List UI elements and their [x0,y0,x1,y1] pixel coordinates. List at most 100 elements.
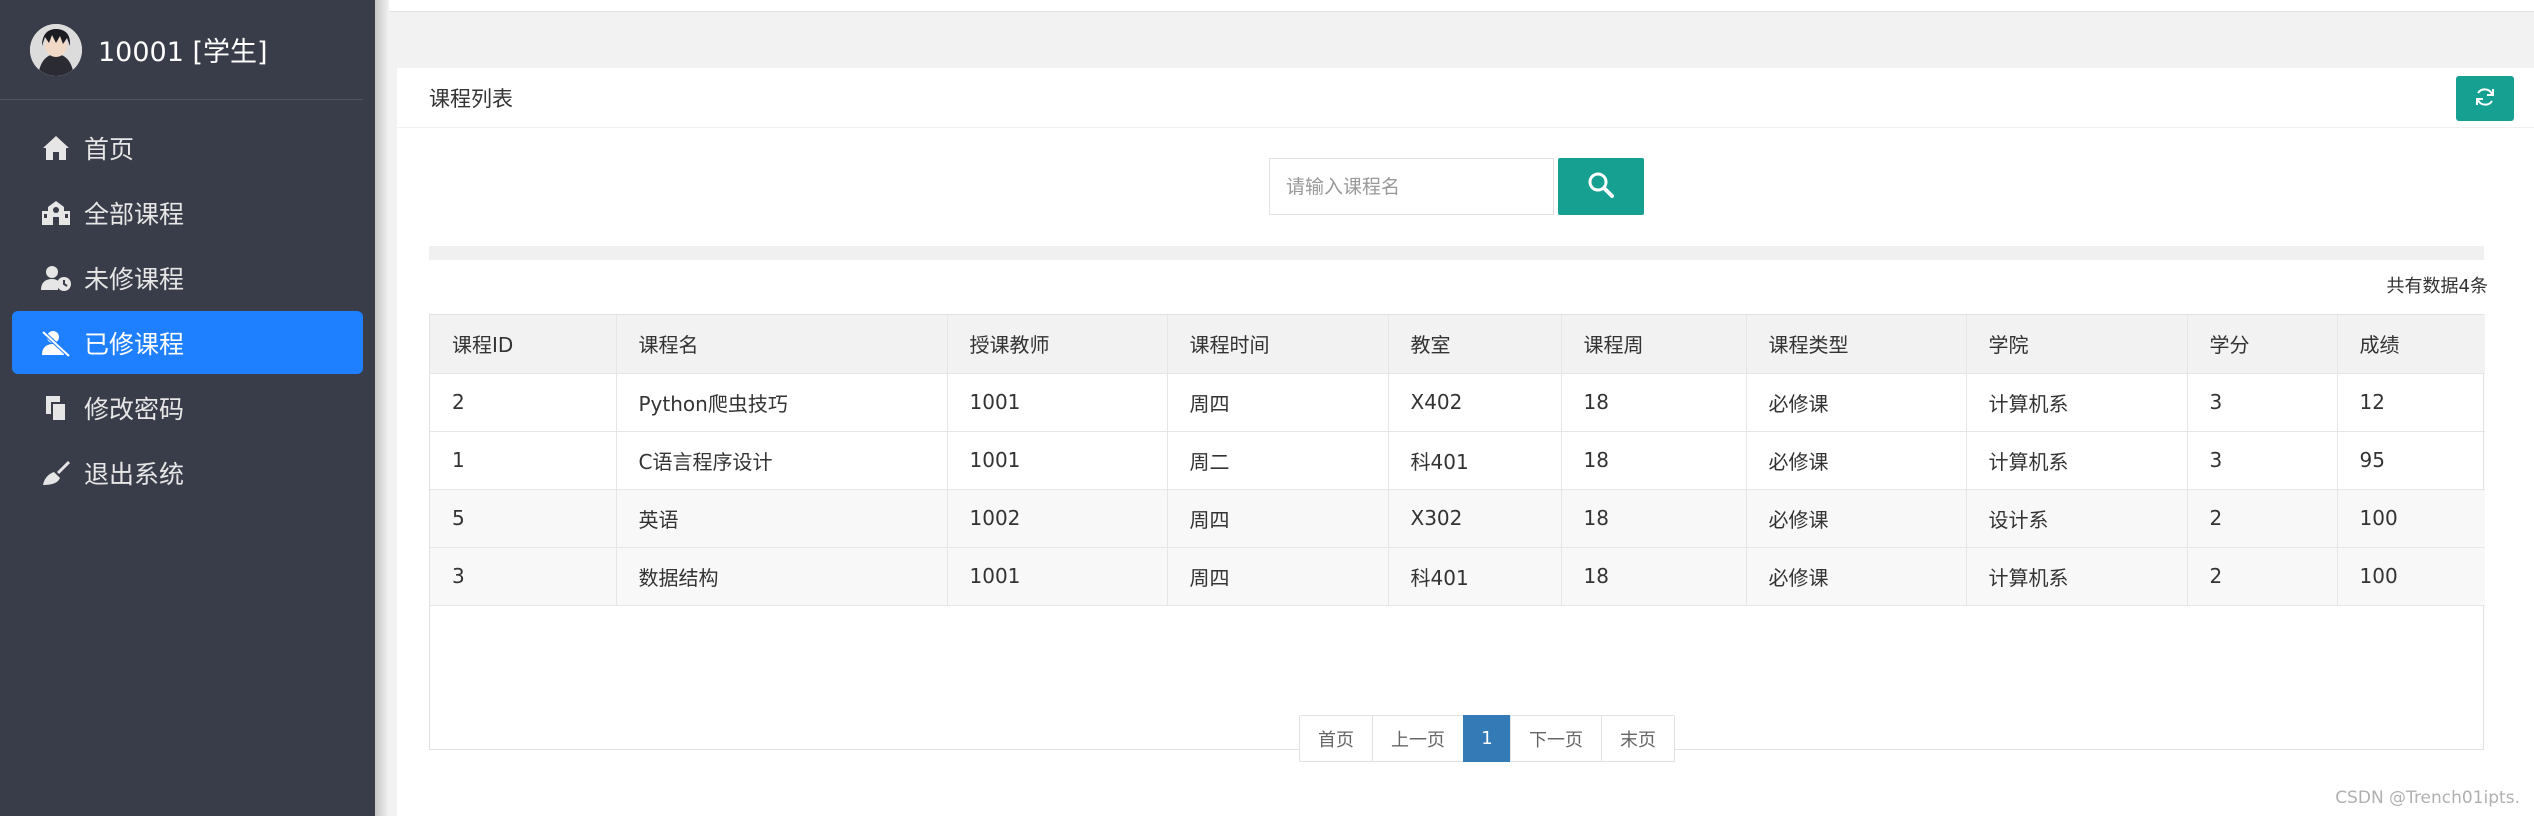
table-cell: 计算机系 [1965,546,2188,606]
course-table-container: 课程ID 课程名 授课教师 课程时间 教室 课程周 课程类型 学院 学分 成绩 … [429,314,2485,762]
table-row: 3 数据结构 1001 周四 科401 18 必修课 计算机系 2 100 [430,546,2485,606]
header-course-name: 课程名 [615,315,948,374]
table-cell: 1001 [946,546,1168,606]
table-cell: 计算机系 [1965,430,2188,490]
sidebar-item-all-courses[interactable]: 全部课程 [12,181,363,244]
sidebar-item-label: 全部课程 [84,199,185,229]
search-icon [1586,170,1616,204]
header-college: 学院 [1965,315,2188,374]
page-next-button[interactable]: 下一页 [1510,715,1602,762]
table-cell: 18 [1560,430,1747,490]
user-clock-icon [40,262,72,294]
table-cell: 18 [1560,488,1747,548]
total-count: 共有数据4条 [2386,276,2488,297]
sidebar: 10001 [学生] 首页 全部课程 未修课程 已修课程 修改密码 退出系统 [0,0,375,816]
table-cell: 18 [1560,372,1747,432]
table-cell: 周四 [1166,488,1389,548]
table-cell: 计算机系 [1965,372,2188,432]
header-teacher: 授课教师 [946,315,1168,374]
table-cell: 必修课 [1745,546,1967,606]
panel-header: 课程列表 [397,68,2534,128]
table-cell: 科401 [1387,430,1562,490]
copy-icon [40,392,72,424]
table-cell: X402 [1387,372,1562,432]
toolbar-divider [429,246,2484,260]
top-bar [389,0,2534,12]
header-course-time: 课程时间 [1166,315,1389,374]
table-header-row: 课程ID 课程名 授课教师 课程时间 教室 课程周 课程类型 学院 学分 成绩 [430,315,2485,374]
sidebar-item-logout[interactable]: 退出系统 [12,441,363,504]
table-cell: 3 [2186,372,2338,432]
refresh-icon [2473,85,2497,113]
page-first-button[interactable]: 首页 [1299,715,1373,762]
table-cell: 周四 [1166,546,1389,606]
table-cell: Python爬虫技巧 [615,372,948,432]
page-prev-button[interactable]: 上一页 [1372,715,1464,762]
table-cell: 周二 [1166,430,1389,490]
user-profile: 10001 [学生] [0,0,363,100]
page-last-button[interactable]: 末页 [1601,715,1675,762]
watermark: CSDN @Trench01ipts. [2335,788,2520,808]
table-cell: C语言程序设计 [615,430,948,490]
user-check-icon [40,327,72,359]
sidebar-item-label: 退出系统 [84,459,185,489]
search-bar [1269,158,1644,215]
table-cell: 2 [430,372,617,432]
header-course-id: 课程ID [430,315,617,374]
table-row: 1 C语言程序设计 1001 周二 科401 18 必修课 计算机系 3 95 [430,430,2485,490]
header-credits: 学分 [2186,315,2338,374]
refresh-button[interactable] [2456,76,2514,121]
user-name: 10001 [学生] [98,37,268,68]
table-cell: 必修课 [1745,372,1967,432]
table-cell: 英语 [615,488,948,548]
table-cell: 2 [2186,546,2338,606]
school-icon [40,197,72,229]
table-cell: 设计系 [1965,488,2188,548]
avatar[interactable] [30,23,82,76]
sidebar-item-unfinished-courses[interactable]: 未修课程 [12,246,363,309]
table-cell: 3 [2186,430,2338,490]
sidebar-menu: 首页 全部课程 未修课程 已修课程 修改密码 退出系统 [0,116,375,504]
search-button[interactable] [1558,158,1644,215]
table-cell: 2 [2186,488,2338,548]
broom-icon [40,457,72,489]
page-current-button[interactable]: 1 [1463,715,1511,762]
pagination: 首页 上一页 1 下一页 末页 [1299,715,1675,762]
sidebar-item-change-password[interactable]: 修改密码 [12,376,363,439]
table-cell: 3 [430,546,617,606]
table-cell: 95 [2336,430,2485,490]
table-cell: 必修课 [1745,488,1967,548]
table-cell: 必修课 [1745,430,1967,490]
table-cell: 科401 [1387,546,1562,606]
home-icon [40,132,72,164]
table-cell: X302 [1387,488,1562,548]
header-classroom: 教室 [1387,315,1562,374]
table-cell: 数据结构 [615,546,948,606]
header-course-type: 课程类型 [1745,315,1967,374]
table-cell: 1002 [946,488,1168,548]
table-cell: 100 [2336,488,2485,548]
table-cell: 1 [430,430,617,490]
search-input[interactable] [1269,158,1554,215]
table-cell: 100 [2336,546,2485,606]
table-row: 2 Python爬虫技巧 1001 周四 X402 18 必修课 计算机系 3 … [430,372,2485,432]
sidebar-item-home[interactable]: 首页 [12,116,363,179]
table-cell: 周四 [1166,372,1389,432]
table-cell: 5 [430,488,617,548]
header-course-weeks: 课程周 [1560,315,1747,374]
sidebar-shadow [375,0,389,816]
sidebar-item-completed-courses[interactable]: 已修课程 [12,311,363,374]
table-cell: 1001 [946,372,1168,432]
course-list-panel: 课程列表 共有数据4条 [397,68,2534,816]
table-cell: 1001 [946,430,1168,490]
header-score: 成绩 [2336,315,2485,374]
sidebar-item-label: 首页 [84,134,135,164]
sidebar-item-label: 未修课程 [84,264,185,294]
table-row: 5 英语 1002 周四 X302 18 必修课 设计系 2 100 [430,488,2485,548]
sidebar-item-label: 已修课程 [84,329,185,359]
sidebar-item-label: 修改密码 [84,394,185,424]
table-cell: 18 [1560,546,1747,606]
panel-title: 课程列表 [429,86,513,111]
course-table: 课程ID 课程名 授课教师 课程时间 教室 课程周 课程类型 学院 学分 成绩 … [430,315,2485,606]
table-cell: 12 [2336,372,2485,432]
